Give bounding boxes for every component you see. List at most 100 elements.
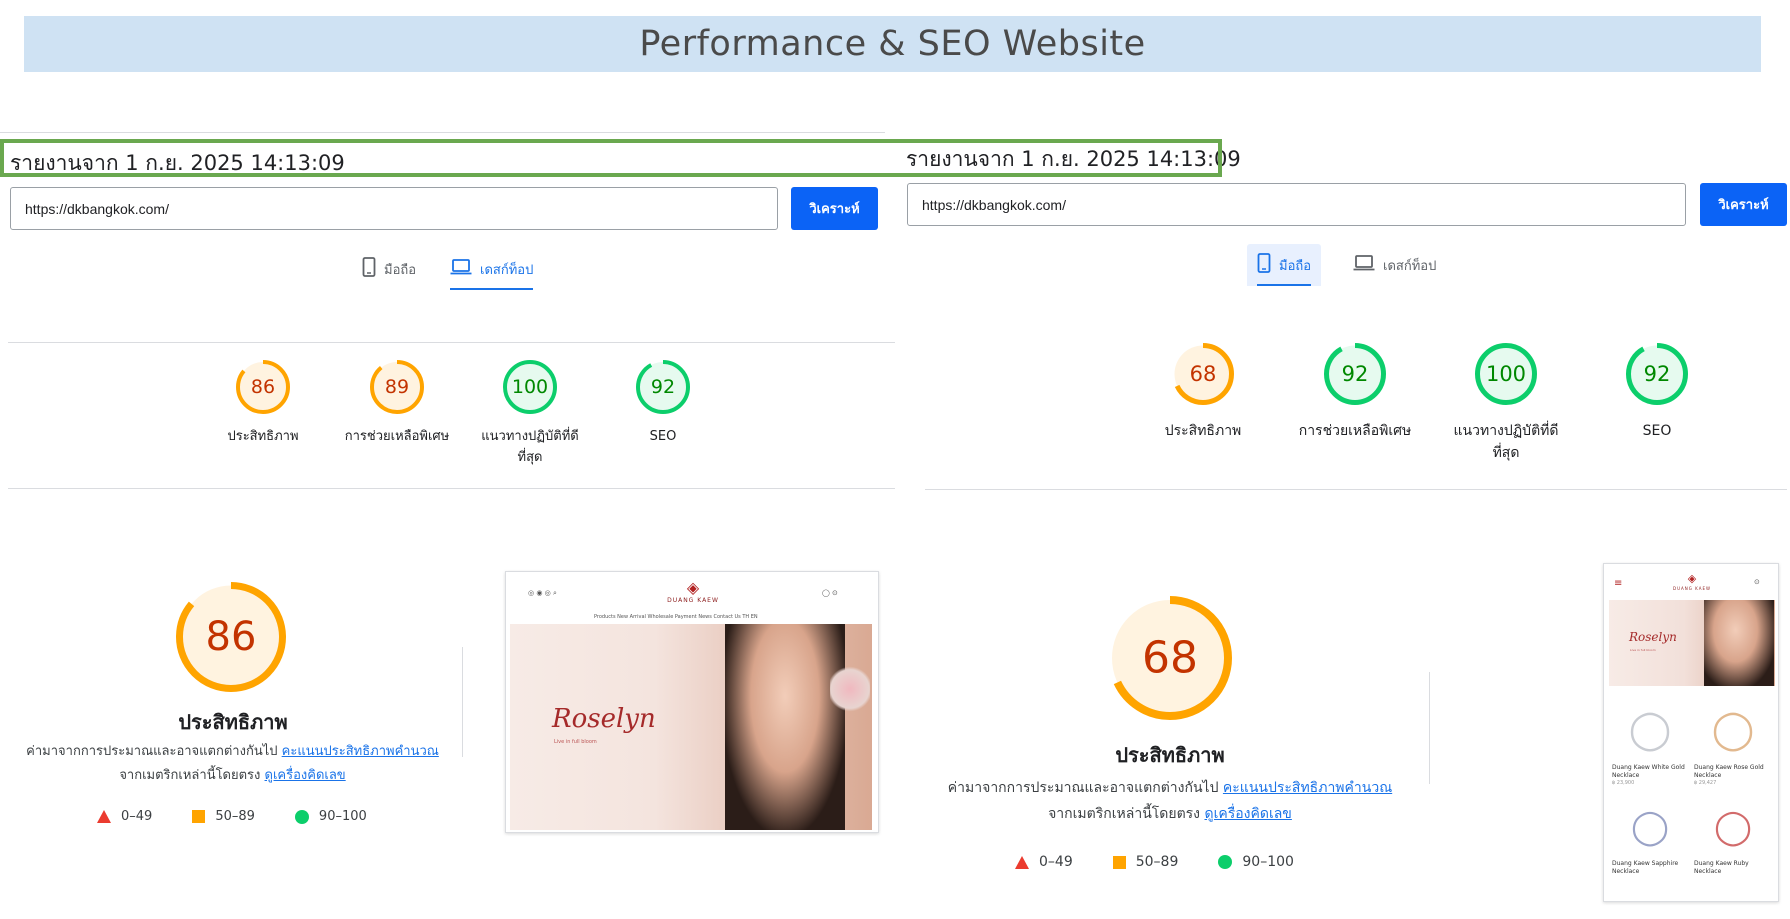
svg-text:86: 86 xyxy=(251,376,275,398)
right-url-input[interactable]: https://dkbangkok.com/ xyxy=(907,183,1686,226)
preview-brand: DUANG KAEW xyxy=(667,597,719,604)
necklace-image: ◯ xyxy=(1711,707,1755,751)
legend-average: 50–89 xyxy=(192,809,255,824)
legend-label: 50–89 xyxy=(1135,854,1179,870)
preview-menu: Products New Arrival Wholesale Payment N… xyxy=(594,614,758,620)
divider xyxy=(8,488,895,489)
necklace-image: ◯ xyxy=(1630,807,1670,847)
product-name: Duang Kaew Ruby Necklace xyxy=(1694,860,1749,875)
score-gauge[interactable]: 92 xyxy=(1626,343,1688,405)
svg-text:100: 100 xyxy=(1486,362,1526,386)
orange-square-icon xyxy=(192,810,206,823)
legend-label: 50–89 xyxy=(215,809,255,824)
left-performance-gauge: 86 xyxy=(176,582,286,696)
active-tab-indicator xyxy=(1257,284,1312,286)
page-title-banner: Performance & SEO Website xyxy=(24,16,1761,72)
score-gauge[interactable]: 100 xyxy=(503,360,557,414)
legend-pass: 90–100 xyxy=(1218,854,1294,870)
svg-text:86: 86 xyxy=(206,614,257,660)
left-tab-mobile[interactable]: มือถือ xyxy=(352,248,426,290)
score-label: ประสิทธิภาพ xyxy=(227,429,299,444)
left-score-legend: 0–49 50–89 90–100 xyxy=(97,809,407,824)
right-score-legend: 0–49 50–89 90–100 xyxy=(1015,854,1334,870)
desktop-screenshot-preview: ◎ ◉ ◎ ⌕ ◈ DUANG KAEW Products New Arriva… xyxy=(505,571,879,833)
divider xyxy=(8,342,895,343)
score-gauge[interactable]: 92 xyxy=(636,360,690,414)
product-name: Duang Kaew Rose Gold Necklace xyxy=(1694,764,1764,779)
desc-text: ค่ามาจากการประมาณและอาจแตกต่างกันไป xyxy=(26,744,278,759)
green-circle-icon xyxy=(294,809,309,824)
preview-hero-title: Roselyn xyxy=(552,704,656,734)
diamond-logo-icon: ◈ xyxy=(686,578,700,597)
tab-label: เดสก์ท็อป xyxy=(480,262,534,278)
left-performance-description: ค่ามาจากการประมาณและอาจแตกต่างกันไป คะแน… xyxy=(20,740,445,788)
smartphone-icon xyxy=(1257,253,1271,277)
score-calculation-link[interactable]: คะแนนประสิทธิภาพคำนวณ xyxy=(282,744,439,759)
right-analyze-button[interactable]: วิเคราะห์ xyxy=(1700,183,1787,226)
score-gauge[interactable]: 89 xyxy=(370,360,424,414)
left-performance-title: ประสิทธิภาพ xyxy=(178,710,288,734)
left-analyze-button[interactable]: วิเคราะห์ xyxy=(791,187,878,230)
product-card: ◯ Duang Kaew Sapphire Necklace xyxy=(1612,794,1688,876)
legend-label: 0–49 xyxy=(121,809,153,824)
product-name: Duang Kaew White Gold Necklace xyxy=(1612,764,1685,779)
hamburger-menu-icon: ≡ xyxy=(1614,578,1623,589)
svg-text:89: 89 xyxy=(385,376,409,398)
model-photo xyxy=(1704,600,1774,686)
right-performance-description: ค่ามาจากการประมาณและอาจแตกต่างกันไป คะแน… xyxy=(935,775,1405,827)
score-gauge[interactable]: 86 xyxy=(236,360,290,414)
calculator-link[interactable]: ดูเครื่องคิดเลข xyxy=(265,768,346,783)
score-label: การช่วยเหลือพิเศษ xyxy=(344,429,450,444)
score-label: แนวทางปฏิบัติที่ดี ที่สุด xyxy=(481,429,579,465)
right-performance-title: ประสิทธิภาพ xyxy=(1115,743,1225,767)
orange-square-icon xyxy=(1112,855,1126,869)
divider xyxy=(925,489,1787,490)
score-label: แนวทางปฏิบัติที่ดี ที่สุด xyxy=(1453,423,1559,461)
legend-label: 0–49 xyxy=(1039,854,1073,870)
green-circle-icon xyxy=(1218,855,1233,869)
legend-fail: 0–49 xyxy=(97,809,152,824)
diamond-logo-icon: ◈ xyxy=(1687,572,1697,585)
product-name: Duang Kaew Sapphire Necklace xyxy=(1612,860,1679,875)
necklace-image: ◯ xyxy=(1713,807,1753,847)
calculator-link[interactable]: ดูเครื่องคิดเลข xyxy=(1204,806,1291,822)
desc-text: ค่ามาจากการประมาณและอาจแตกต่างกันไป xyxy=(947,780,1219,796)
score-calculation-link[interactable]: คะแนนประสิทธิภาพคำนวณ xyxy=(1223,780,1392,796)
divider xyxy=(0,132,885,133)
score-label: การช่วยเหลือพิเศษ xyxy=(1298,423,1412,439)
legend-fail: 0–49 xyxy=(1015,854,1073,870)
tab-label: มือถือ xyxy=(384,262,417,278)
right-tab-mobile[interactable]: มือถือ xyxy=(1247,244,1322,286)
product-card: ◯ Duang Kaew White Gold Necklace ฿ 23,90… xyxy=(1612,694,1688,786)
desc-text: จากเมตริกเหล่านี้โดยตรง xyxy=(119,768,261,783)
left-report-timestamp: รายงานจาก 1 ก.ย. 2025 14:13:09 xyxy=(10,151,345,175)
tab-label: เดสก์ท็อป xyxy=(1383,258,1437,274)
svg-text:92: 92 xyxy=(1342,362,1369,386)
score-label: SEO xyxy=(1642,423,1672,439)
legend-label: 90–100 xyxy=(318,809,367,824)
score-gauge[interactable]: 68 xyxy=(1172,343,1234,405)
score-gauge[interactable]: 100 xyxy=(1475,343,1537,405)
svg-text:68: 68 xyxy=(1190,362,1217,386)
preview-hero-image: Roselyn Live in full bloom xyxy=(510,624,872,830)
tab-label: มือถือ xyxy=(1279,258,1312,274)
product-price: ฿ 23,900 xyxy=(1612,780,1635,786)
preview-hero-image: Roselyn Live in full bloom xyxy=(1609,600,1775,686)
svg-text:92: 92 xyxy=(651,376,675,398)
active-tab-indicator xyxy=(450,288,534,290)
smartphone-icon xyxy=(362,257,376,281)
svg-text:100: 100 xyxy=(512,376,548,398)
cart-icon: ◯ ⊙ xyxy=(822,589,838,597)
flower-decoration xyxy=(830,664,870,714)
left-url-input[interactable]: https://dkbangkok.com/ xyxy=(10,187,778,230)
product-card: ◯ Duang Kaew Rose Gold Necklace ฿ 29,427 xyxy=(1694,694,1772,786)
desc-text: จากเมตริกเหล่านี้โดยตรง xyxy=(1048,806,1201,822)
laptop-icon xyxy=(1353,255,1375,275)
preview-brand: DUANG KAEW xyxy=(1673,586,1711,591)
svg-text:68: 68 xyxy=(1142,633,1198,684)
score-gauge[interactable]: 92 xyxy=(1324,343,1386,405)
left-tab-desktop[interactable]: เดสก์ท็อป xyxy=(440,248,543,290)
right-performance-gauge: 68 xyxy=(1108,596,1232,724)
product-card: ◯ Duang Kaew Ruby Necklace xyxy=(1694,794,1772,876)
right-tab-desktop[interactable]: เดสก์ท็อป xyxy=(1343,244,1446,286)
